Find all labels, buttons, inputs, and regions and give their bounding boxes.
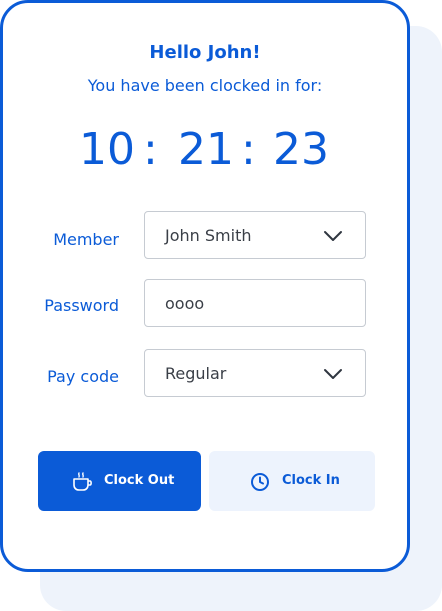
member-value: John Smith: [165, 226, 252, 245]
password-field[interactable]: oooo: [144, 279, 366, 327]
coffee-cup-icon: [73, 472, 92, 491]
clock-out-label: Clock Out: [104, 473, 175, 488]
pay-code-select[interactable]: Regular: [144, 349, 366, 397]
timer-minutes: 21: [178, 124, 234, 175]
chevron-down-icon: [324, 231, 342, 241]
timer-separator: :: [143, 124, 158, 175]
pay-code-label: Pay code: [47, 367, 119, 386]
member-label: Member: [53, 230, 119, 249]
timer-seconds: 23: [273, 124, 329, 175]
timer-separator: :: [241, 124, 256, 175]
greeting-heading: Hello John!: [149, 42, 261, 63]
chevron-down-icon: [324, 369, 342, 379]
clock-in-label: Clock In: [282, 473, 340, 488]
clock-out-button[interactable]: Clock Out: [38, 451, 201, 511]
clock-card: Hello John! You have been clocked in for…: [0, 0, 410, 572]
password-value: oooo: [165, 294, 205, 313]
pay-code-value: Regular: [165, 364, 227, 383]
clock-in-button[interactable]: Clock In: [209, 451, 375, 511]
member-select[interactable]: John Smith: [144, 211, 366, 259]
password-label: Password: [44, 296, 119, 315]
clocked-in-subtitle: You have been clocked in for:: [87, 76, 323, 95]
clock-icon: [251, 473, 269, 491]
timer-hours: 10: [79, 124, 135, 175]
